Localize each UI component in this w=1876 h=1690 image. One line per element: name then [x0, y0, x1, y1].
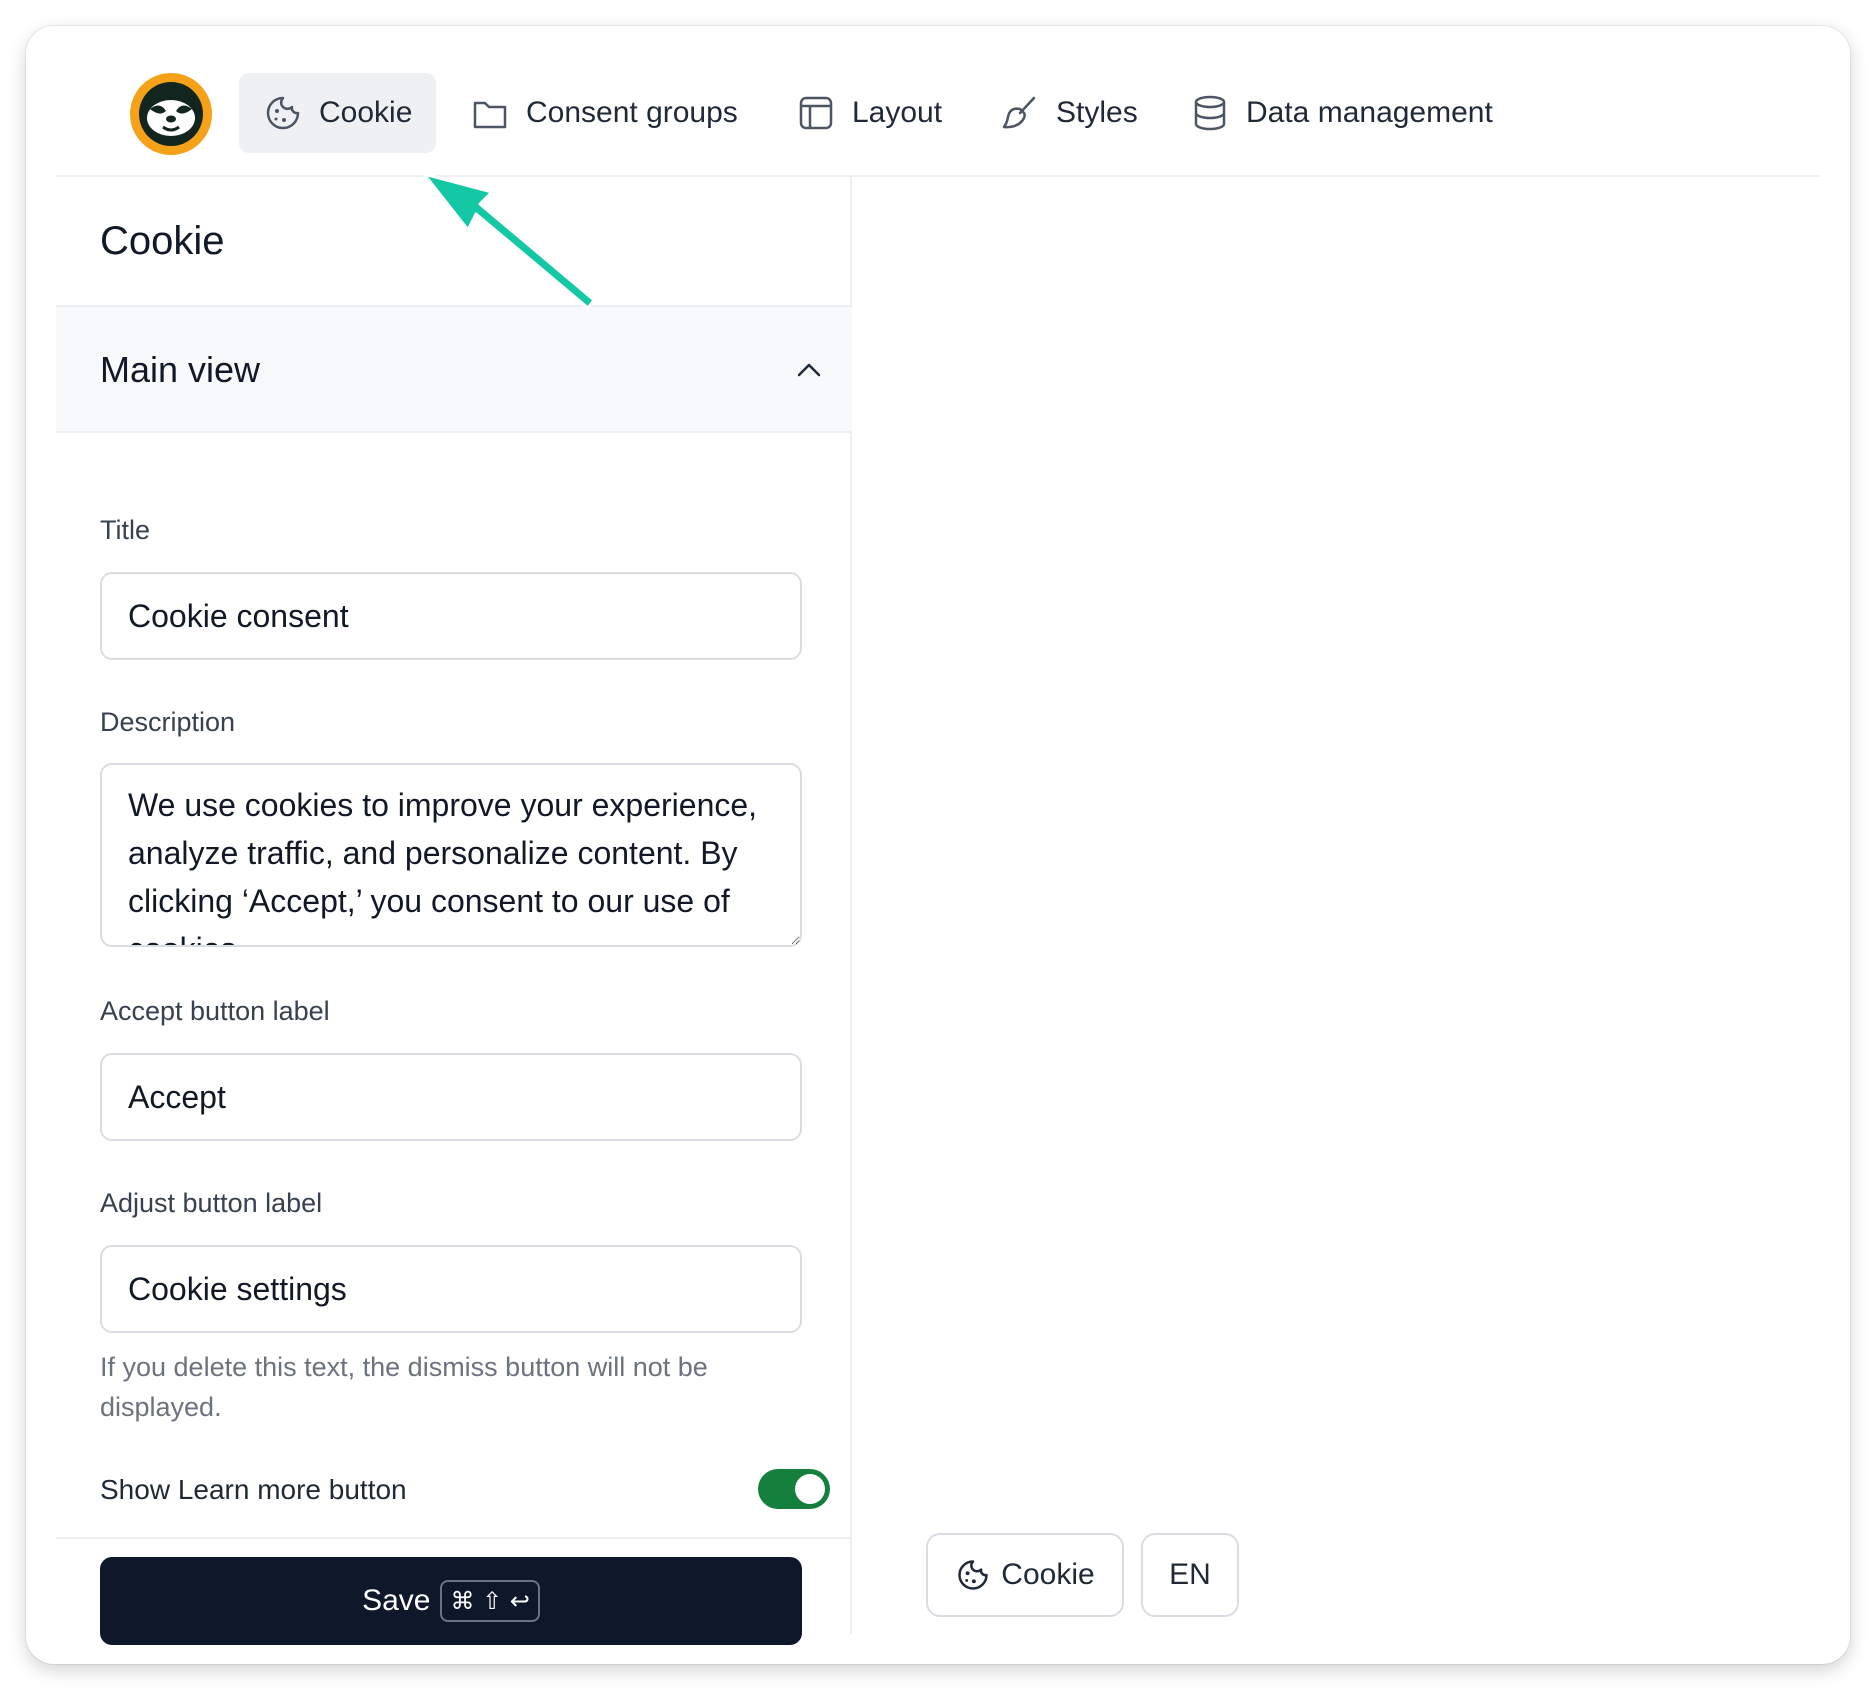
tab-data-management-label: Data management [1246, 96, 1493, 129]
panel-title: Cookie [100, 219, 225, 263]
learn-more-toggle[interactable] [758, 1469, 830, 1509]
brush-icon [1002, 96, 1036, 129]
tab-consent-groups[interactable]: Consent groups [470, 73, 738, 153]
folder-icon [473, 101, 507, 129]
top-nav: Cookie Consent groups Layout Styles Data… [56, 26, 1820, 177]
database-icon [1194, 95, 1226, 131]
tab-layout-label: Layout [852, 96, 943, 129]
save-button[interactable]: Save ⌘ ⇧ ↩ [100, 1557, 802, 1645]
footer-divider [56, 1537, 852, 1539]
cookie-icon [266, 96, 300, 130]
annotation-arrow-icon [422, 172, 596, 310]
language-label: EN [1169, 1558, 1211, 1591]
chevron-up-icon[interactable] [796, 359, 822, 381]
logo-icon[interactable] [130, 73, 212, 155]
section-title: Main view [100, 349, 261, 390]
preview-cookie-button[interactable]: Cookie [926, 1533, 1124, 1617]
tab-cookie[interactable]: Cookie [239, 73, 437, 153]
language-button[interactable]: EN [1141, 1533, 1239, 1617]
adjust-hint: If you delete this text, the dismiss but… [100, 1352, 708, 1422]
tab-styles[interactable]: Styles [1000, 73, 1138, 153]
description-textarea[interactable]: We use cookies to improve your experienc… [100, 763, 802, 947]
app-window: Cookie Consent groups Layout Styles Data… [26, 26, 1850, 1664]
preview-cookie-label: Cookie [1001, 1558, 1095, 1591]
learn-more-toggle-label: Show Learn more button [100, 1474, 407, 1505]
settings-panel: Cookie Main view Title Description We us… [56, 177, 852, 1645]
adjust-button-label-label: Adjust button label [100, 1188, 323, 1218]
adjust-button-label-input[interactable] [100, 1245, 802, 1333]
tab-styles-label: Styles [1056, 96, 1138, 129]
cookie-icon [958, 1560, 989, 1590]
tab-layout[interactable]: Layout [796, 73, 942, 153]
save-button-label: Save [362, 1584, 431, 1617]
tab-data-management[interactable]: Data management [1190, 73, 1493, 153]
accept-button-label-input[interactable] [100, 1053, 802, 1141]
tab-consent-groups-label: Consent groups [526, 96, 738, 129]
toggle-knob [795, 1474, 825, 1504]
title-input[interactable] [100, 572, 802, 660]
title-label: Title [100, 515, 151, 545]
tab-cookie-label: Cookie [319, 96, 413, 129]
keyboard-shortcut: ⌘ ⇧ ↩ [440, 1580, 540, 1622]
accept-button-label-label: Accept button label [100, 996, 330, 1026]
description-label: Description [100, 707, 236, 737]
layout-icon [799, 96, 833, 130]
